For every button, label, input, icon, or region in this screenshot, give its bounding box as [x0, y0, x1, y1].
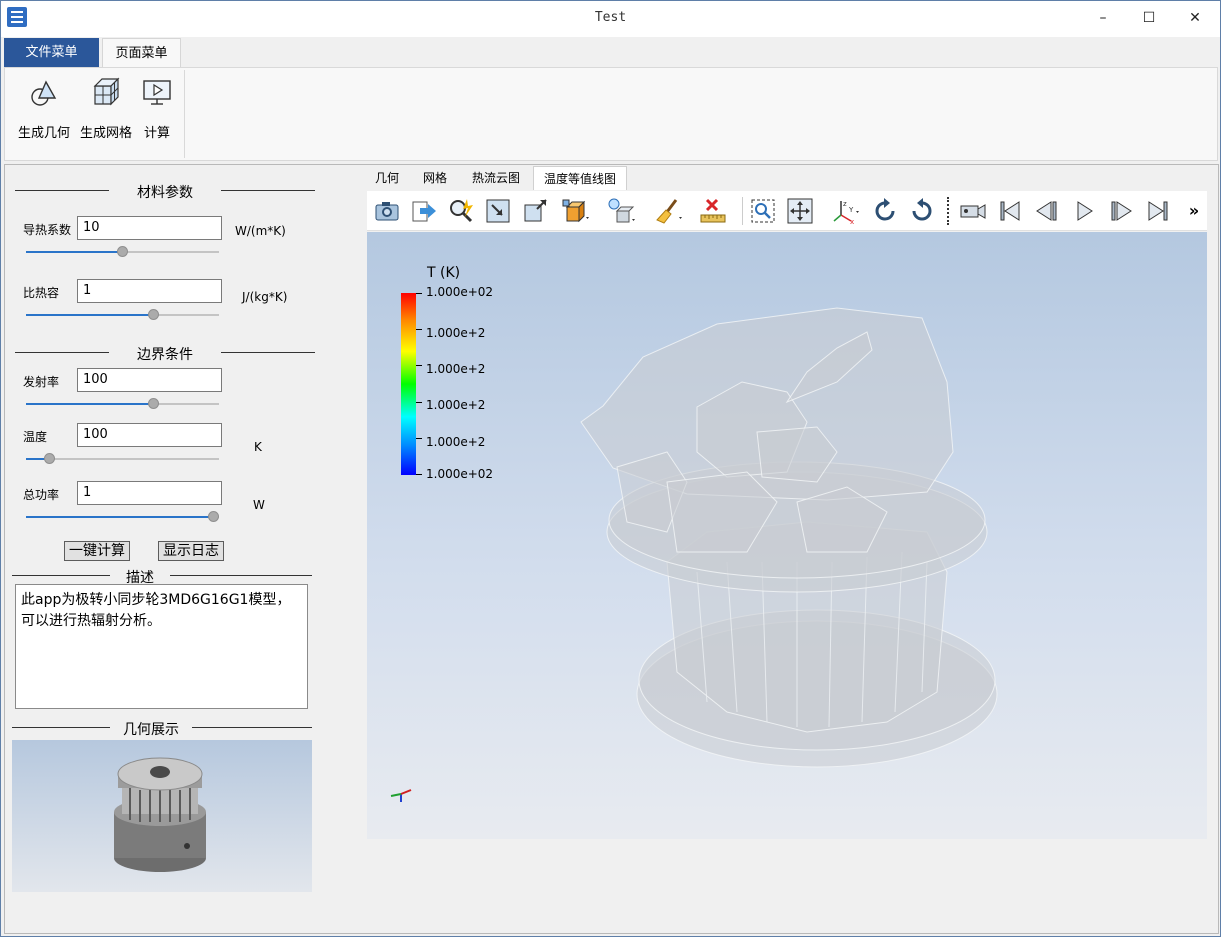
temperature-label: 温度: [23, 430, 48, 444]
zoom-box-icon[interactable]: [484, 197, 512, 225]
orientation-axes-triad: [389, 784, 413, 804]
slider-thumb[interactable]: [148, 309, 159, 320]
material-params-title: 材料参数: [137, 185, 193, 201]
specific-heat-slider[interactable]: [26, 309, 219, 321]
rotate-clockwise-icon[interactable]: [871, 197, 899, 225]
tab-page-menu[interactable]: 页面菜单: [102, 38, 181, 68]
ribbon-separator: [184, 70, 185, 158]
one-click-calc-button[interactable]: 一键计算: [64, 541, 130, 561]
svg-text:z: z: [843, 200, 847, 208]
total-power-unit: W: [253, 498, 265, 512]
emissivity-slider[interactable]: [26, 398, 219, 410]
slider-thumb[interactable]: [44, 453, 55, 464]
previous-frame-icon[interactable]: [1033, 197, 1061, 225]
pulley-3d-model: [580, 307, 998, 768]
generate-geometry-button[interactable]: 生成几何: [15, 76, 73, 141]
slider-thumb[interactable]: [208, 511, 219, 522]
mesh-cube-icon: [89, 76, 123, 110]
fit-view-icon[interactable]: [521, 197, 549, 225]
temperature-slider[interactable]: [26, 453, 219, 465]
boundary-conditions-group-title: 边界条件: [15, 344, 315, 363]
temperature-input[interactable]: 100: [77, 423, 222, 447]
compute-label: 计算: [143, 126, 170, 141]
description-text: 此app为极转小同步轮3MD6G16G1模型，可以进行热辐射分析。: [15, 584, 308, 709]
specific-heat-unit: J/(kg*K): [242, 290, 288, 304]
svg-text:Y: Y: [848, 206, 854, 214]
tab-geometry[interactable]: 几何: [364, 166, 410, 190]
total-power-input[interactable]: 1: [77, 481, 222, 505]
geometry-preview-image: [12, 740, 312, 892]
conductivity-input[interactable]: 10: [77, 216, 222, 240]
axes-xyz-icon[interactable]: zYx: [831, 197, 859, 226]
3d-viewport[interactable]: T (K) 1.000e+02 1.000e+2 1.000e+2 1.000e…: [367, 232, 1207, 839]
conductivity-unit: W/(m*K): [235, 224, 286, 238]
window-title: Test: [594, 10, 627, 25]
description-group-title: 描述: [12, 567, 312, 586]
work-area: 材料参数 导热系数 10 W/(m*K) 比热容 1 J/(kg*K) 边界条件…: [4, 164, 1219, 934]
tab-mesh[interactable]: 网格: [412, 166, 458, 190]
conductivity-slider[interactable]: [26, 246, 219, 258]
toolbar-dotted-separator: [947, 197, 949, 225]
specific-heat-label: 比热容: [23, 286, 60, 300]
toolbar-separator: [742, 197, 743, 225]
maximize-button[interactable]: ☐: [1126, 1, 1172, 35]
export-arrow-icon[interactable]: [410, 197, 438, 225]
total-power-slider[interactable]: [26, 511, 219, 523]
light-bulb-icon[interactable]: [607, 197, 635, 225]
generate-geometry-label: 生成几何: [17, 126, 70, 141]
generate-mesh-button[interactable]: 生成网格: [78, 76, 134, 141]
tab-temperature-isoline[interactable]: 温度等值线图: [533, 166, 627, 190]
toolbar-overflow-button[interactable]: »: [1185, 197, 1203, 225]
generate-mesh-label: 生成网格: [79, 126, 132, 141]
geometry-shapes-icon: [27, 76, 61, 110]
view-orientation-cube-icon[interactable]: [561, 197, 589, 225]
delete-ruler-icon[interactable]: [699, 197, 727, 225]
boundary-conditions-title: 边界条件: [137, 347, 193, 363]
viewer-toolbar: zYx »: [367, 191, 1207, 231]
total-power-label: 总功率: [23, 488, 60, 502]
emissivity-input[interactable]: 100: [77, 368, 222, 392]
pan-move-icon[interactable]: [786, 197, 814, 225]
slider-thumb[interactable]: [148, 398, 159, 409]
temperature-unit: K: [254, 440, 262, 454]
rotate-counterclockwise-icon[interactable]: [908, 197, 936, 225]
probe-magnifier-icon[interactable]: [447, 197, 475, 225]
specific-heat-input[interactable]: 1: [77, 279, 222, 303]
tab-heat-flux-contour[interactable]: 热流云图: [460, 166, 532, 190]
emissivity-label: 发射率: [23, 375, 60, 389]
first-frame-icon[interactable]: [996, 197, 1024, 225]
tab-file-menu[interactable]: 文件菜单: [4, 38, 99, 68]
show-log-button[interactable]: 显示日志: [158, 541, 224, 561]
material-params-group-title: 材料参数: [15, 182, 315, 201]
ribbon-panel: 生成几何 生成网格 计算: [4, 67, 1218, 161]
next-frame-icon[interactable]: [1107, 197, 1135, 225]
minimize-button[interactable]: –: [1080, 1, 1126, 35]
geometry-display-title: 几何展示: [123, 722, 179, 738]
zoom-select-icon[interactable]: [749, 197, 777, 225]
slider-thumb[interactable]: [117, 246, 128, 257]
title-bar[interactable]: Test – ☐ ✕: [1, 1, 1220, 37]
compute-button[interactable]: 计算: [139, 76, 175, 141]
clear-broom-icon[interactable]: [654, 197, 682, 225]
geometry-display-group-title: 几何展示: [12, 719, 312, 738]
monitor-play-icon: [140, 76, 174, 110]
last-frame-icon[interactable]: [1144, 197, 1172, 225]
svg-text:x: x: [850, 218, 854, 225]
record-video-camera-icon[interactable]: [959, 197, 987, 225]
play-icon[interactable]: [1070, 197, 1098, 225]
conductivity-label: 导热系数: [23, 223, 72, 237]
screenshot-camera-icon[interactable]: [373, 197, 401, 225]
app-window: Test – ☐ ✕ 文件菜单 页面菜单 生成几何 生成网格 计算 材料参数 导…: [0, 0, 1221, 937]
close-button[interactable]: ✕: [1172, 1, 1218, 35]
